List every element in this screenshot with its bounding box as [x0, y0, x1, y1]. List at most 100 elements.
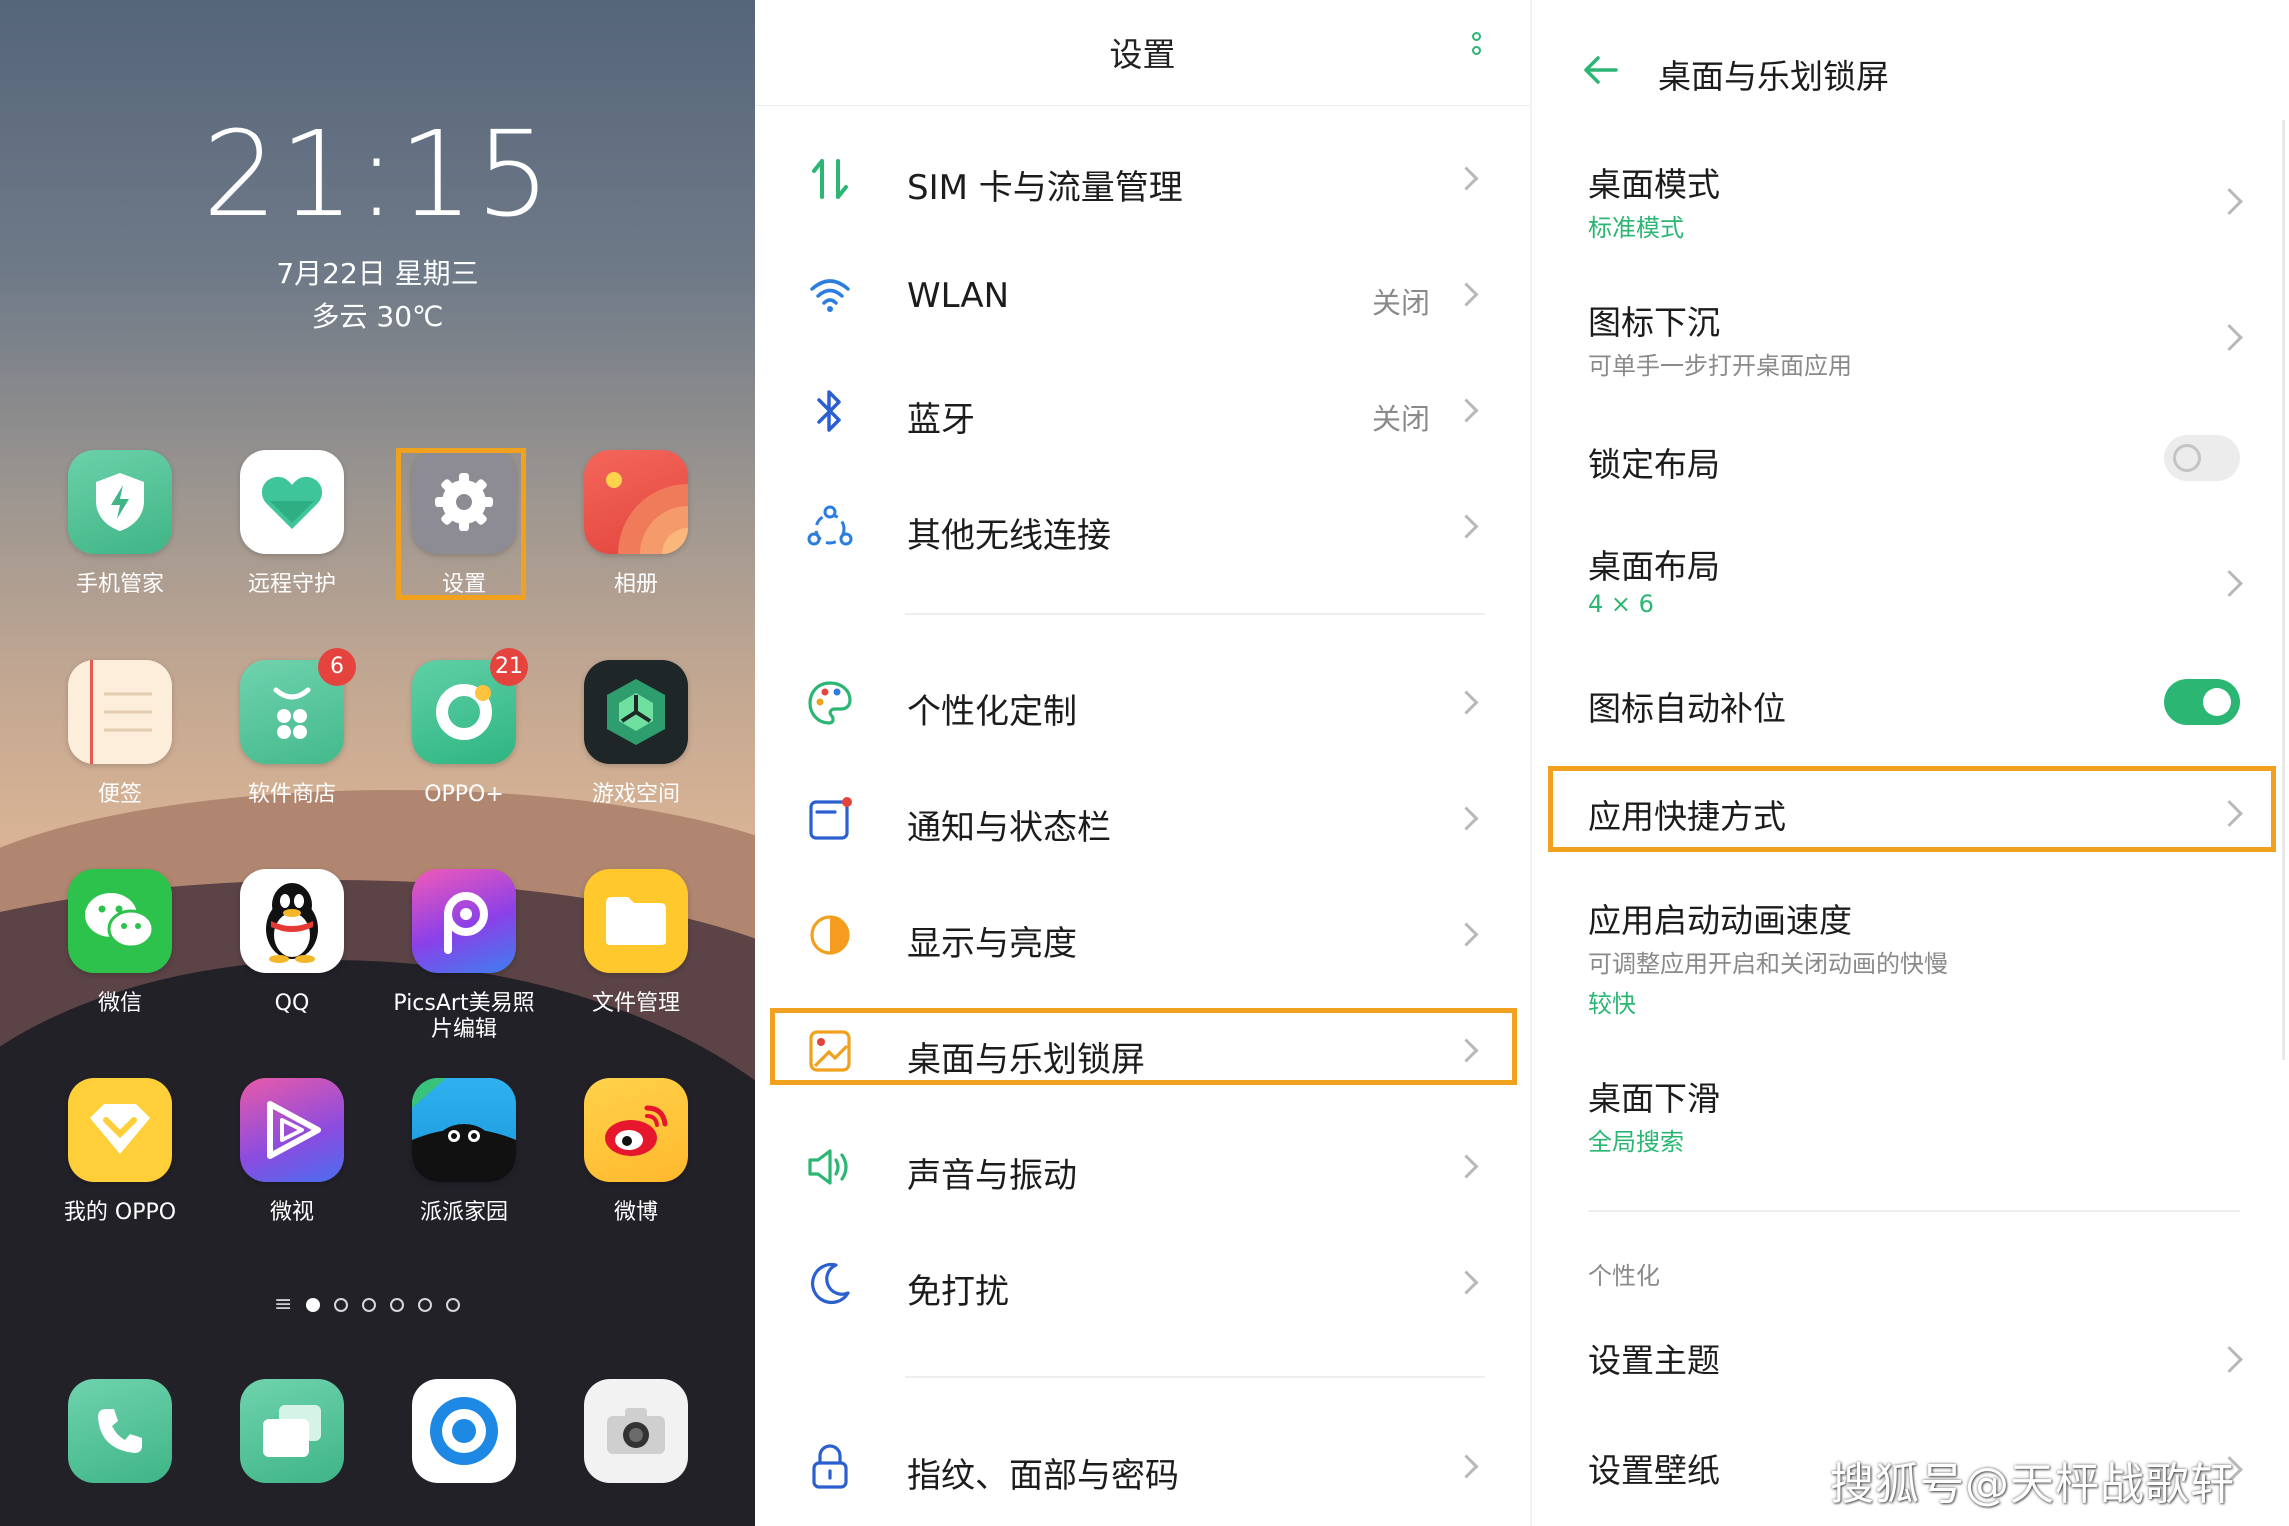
chevron-right-icon [1454, 690, 1479, 715]
chevron-right-icon [1454, 1454, 1479, 1479]
settings-app-highlight [396, 448, 526, 600]
toggle-knob [2173, 444, 2201, 472]
lock-layout-toggle[interactable] [2164, 435, 2240, 481]
chevron-right-icon [1454, 282, 1479, 307]
item-value: 标准模式 [1588, 214, 1684, 242]
chevron-right-icon [1454, 166, 1479, 191]
app-label: 软件商店 [247, 782, 336, 807]
app-paipai[interactable]: 派派家园 [378, 1078, 550, 1226]
settings-row-bluetooth[interactable]: 蓝牙 关闭 [755, 372, 1530, 452]
phone-manager-icon [68, 450, 172, 554]
icon-autofill-toggle[interactable] [2164, 679, 2240, 725]
app-wechat[interactable]: 微信 [34, 869, 206, 1017]
notification-badge: 6 [318, 648, 356, 686]
settings-row-wlan[interactable]: WLAN 关闭 [755, 256, 1530, 336]
wechat-icon [68, 869, 172, 973]
lock-icon [805, 1442, 855, 1492]
settings-row-do-not-disturb[interactable]: 免打扰 [755, 1244, 1530, 1324]
page-dot[interactable] [390, 1298, 405, 1312]
gallery-icon [584, 450, 688, 554]
remote-guard-icon [240, 450, 344, 554]
settings-row-security[interactable]: 指纹、面部与密码 [755, 1428, 1530, 1508]
settings-row-notification[interactable]: 通知与状态栏 [755, 780, 1530, 860]
item-icon-sink[interactable]: 图标下沉 可单手一步打开桌面应用 [1530, 288, 2289, 398]
item-value: 4 × 6 [1588, 590, 1654, 618]
app-notes[interactable]: 便签 [34, 660, 206, 808]
back-arrow-icon[interactable] [1582, 52, 1618, 88]
item-title: 桌面模式 [1588, 165, 1720, 204]
app-label: 微信 [97, 991, 142, 1016]
bluetooth-icon [805, 386, 855, 436]
home-screen: 21:15 7月22日 星期三 多云 30℃ 手机管家 远程守护 设置 相册 便… [0, 0, 755, 1526]
row-value: 关闭 [1371, 286, 1430, 320]
item-desktop-swipe-down[interactable]: 桌面下滑 全局搜索 [1530, 1070, 2289, 1180]
file-manager-icon [584, 869, 688, 973]
app-oppo-plus[interactable]: 21 OPPO+ [378, 648, 550, 808]
app-label: QQ [274, 991, 310, 1016]
app-weishi[interactable]: 微视 [206, 1078, 378, 1226]
section-divider [905, 613, 1485, 615]
page-dot-active[interactable] [306, 1298, 321, 1312]
page-indicator[interactable]: ≡ [274, 1294, 461, 1316]
app-phone-manager[interactable]: 手机管家 [34, 450, 206, 598]
page-dot[interactable] [362, 1298, 377, 1312]
app-store[interactable]: 6 软件商店 [206, 648, 378, 808]
item-set-theme[interactable]: 设置主题 [1530, 1328, 2289, 1388]
app-label: OPPO+ [424, 782, 504, 807]
item-desktop-layout[interactable]: 桌面布局 4 × 6 [1530, 532, 2289, 642]
app-label: 手机管家 [75, 572, 164, 597]
app-label: 文件管理 [591, 991, 680, 1016]
page-title: 桌面与乐划锁屏 [1658, 57, 1889, 96]
app-qq[interactable]: QQ [206, 869, 378, 1017]
item-title: 设置主题 [1588, 1341, 1720, 1380]
game-space-icon [584, 660, 688, 764]
item-title: 桌面布局 [1588, 547, 1720, 586]
item-title: 锁定布局 [1588, 445, 1720, 484]
section-header: 个性化 [1588, 1262, 1660, 1290]
app-game-space[interactable]: 游戏空间 [550, 660, 722, 808]
app-label-line2: 片编辑 [430, 1017, 497, 1042]
camera-icon[interactable] [584, 1379, 688, 1483]
chevron-right-icon [1454, 806, 1479, 831]
item-title: 桌面下滑 [1588, 1079, 1720, 1118]
more-options-icon[interactable] [1467, 32, 1485, 72]
item-launch-animation-speed[interactable]: 应用启动动画速度 可调整应用开启和关闭动画的快慢 较快 [1530, 888, 2289, 1028]
settings-row-sim[interactable]: SIM 卡与流量管理 [755, 140, 1530, 220]
item-description: 可调整应用开启和关闭动画的快慢 [1588, 950, 1948, 978]
paipai-icon [412, 1078, 516, 1182]
app-gallery[interactable]: 相册 [550, 450, 722, 598]
item-desktop-mode[interactable]: 桌面模式 标准模式 [1530, 150, 2289, 260]
row-label: 显示与亮度 [907, 924, 1077, 964]
settings-panel: 设置 SIM 卡与流量管理 WLAN 关闭 蓝牙 关闭 其他无线连接 个性化定制… [755, 0, 1530, 1526]
settings-row-sound[interactable]: 声音与振动 [755, 1128, 1530, 1208]
row-label: SIM 卡与流量管理 [907, 168, 1183, 208]
app-file-manager[interactable]: 文件管理 [550, 869, 722, 1017]
browser-icon[interactable] [412, 1379, 516, 1483]
page-dot[interactable] [446, 1298, 461, 1312]
page-dot[interactable] [334, 1298, 349, 1312]
app-store-icon: 6 [240, 648, 356, 764]
item-lock-layout[interactable]: 锁定布局 [1530, 430, 2289, 490]
item-value: 较快 [1588, 990, 1636, 1018]
app-weibo[interactable]: 微博 [550, 1078, 722, 1226]
picsart-icon [412, 869, 516, 973]
section-divider [905, 1376, 1485, 1378]
item-icon-autofill[interactable]: 图标自动补位 [1530, 674, 2289, 734]
app-my-oppo[interactable]: 我的 OPPO [34, 1078, 206, 1226]
phone-icon[interactable] [68, 1379, 172, 1483]
app-label: 微博 [613, 1200, 658, 1225]
app-label: 便签 [97, 782, 142, 807]
qq-icon [240, 869, 344, 973]
row-label: 蓝牙 [907, 400, 975, 440]
multitask-icon[interactable] [240, 1379, 344, 1483]
settings-row-display[interactable]: 显示与亮度 [755, 896, 1530, 976]
settings-row-personalize[interactable]: 个性化定制 [755, 664, 1530, 744]
chevron-right-icon [1454, 1270, 1479, 1295]
settings-row-other-wireless[interactable]: 其他无线连接 [755, 488, 1530, 568]
page-dot[interactable] [418, 1298, 433, 1312]
app-remote-guard[interactable]: 远程守护 [206, 450, 378, 598]
app-label: 相册 [613, 572, 658, 597]
wifi-icon [805, 270, 855, 320]
app-picsart[interactable]: PicsArt美易照 片编辑 [378, 869, 550, 1043]
app-drawer-icon[interactable]: ≡ [274, 1294, 292, 1316]
